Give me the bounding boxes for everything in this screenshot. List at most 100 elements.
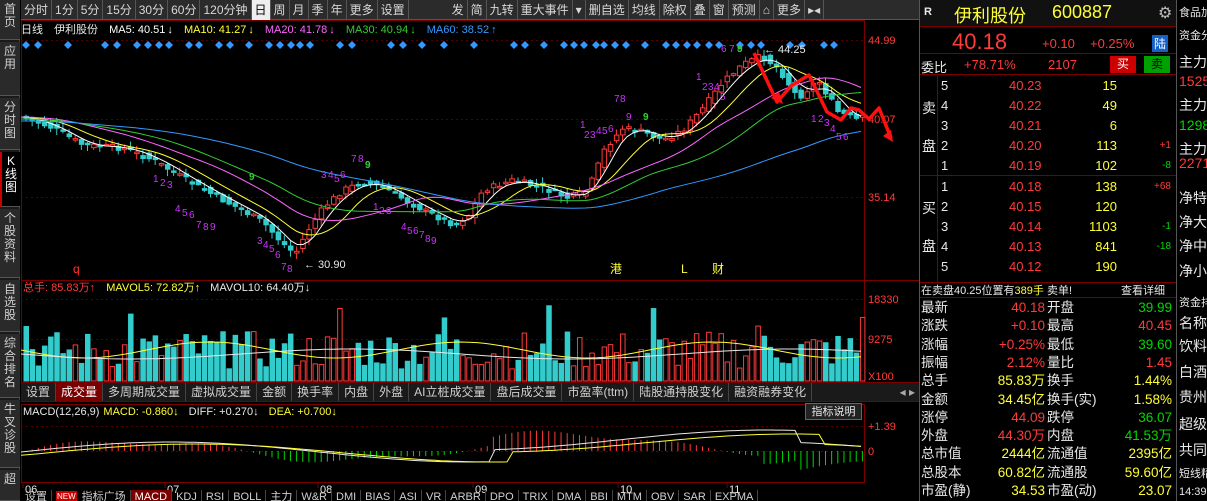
indicator-tab-1[interactable]: 成交量 xyxy=(56,383,104,401)
nav-item-8[interactable]: 超 xyxy=(0,470,20,501)
tab-scroll-arrows[interactable]: ◂ ▸ xyxy=(896,383,919,401)
side-panel-item[interactable]: 食品加 xyxy=(1179,4,1207,20)
indicator-tab-7[interactable]: 外盘 xyxy=(374,383,410,401)
indicator-tab-9[interactable]: 盘后成交量 xyxy=(491,383,563,401)
event-marker[interactable]: 港 xyxy=(610,262,622,276)
bottom-tab-10[interactable]: ASI xyxy=(395,490,422,501)
period-tab-7[interactable]: 日 xyxy=(251,0,271,20)
bottom-tab-20[interactable]: EXPMA xyxy=(711,490,759,501)
bottom-tab-15[interactable]: DMA xyxy=(553,490,587,501)
side-panel-item[interactable]: 主力 xyxy=(1179,95,1207,115)
period-tab-4[interactable]: 30分 xyxy=(136,0,169,20)
side-panel-item[interactable]: 1525 xyxy=(1179,73,1207,89)
indicator-tab-2[interactable]: 多周期成交量 xyxy=(103,383,187,401)
period-tab-11[interactable]: 年 xyxy=(328,0,347,20)
gear-icon[interactable]: ⚙ xyxy=(1158,3,1172,23)
tool-button-1[interactable]: 简 xyxy=(468,0,487,20)
indicator-tab-3[interactable]: 虚拟成交量 xyxy=(186,383,258,401)
bottom-tab-17[interactable]: MTM xyxy=(613,490,647,501)
bid-row[interactable]: 4 40.13 841 -18 xyxy=(920,237,1177,256)
bottom-tab-11[interactable]: VR xyxy=(422,490,447,501)
bottom-tab-14[interactable]: TRIX xyxy=(519,490,553,501)
side-panel-item[interactable]: 14:39 xyxy=(1179,486,1207,498)
nav-item-6[interactable]: 综合排名 xyxy=(0,334,20,398)
tool-button-9[interactable]: 窗 xyxy=(710,0,729,20)
bottom-tab-5[interactable]: BOLL xyxy=(229,490,267,501)
side-panel-item[interactable]: 贵州 xyxy=(1179,387,1207,407)
indicator-tab-5[interactable]: 换手率 xyxy=(292,383,340,401)
period-tab-13[interactable]: 设置 xyxy=(378,0,409,20)
tool-button-7[interactable]: 除权 xyxy=(660,0,691,20)
period-tab-9[interactable]: 月 xyxy=(290,0,309,20)
indicator-tab-11[interactable]: 陆股通持股变化 xyxy=(634,383,730,401)
ask-row[interactable]: 4 40.22 49 xyxy=(920,96,1177,115)
side-panel-item[interactable]: 名称 xyxy=(1179,313,1207,333)
bottom-tab-1[interactable]: 指标广场 xyxy=(78,490,131,501)
period-tab-3[interactable]: 15分 xyxy=(103,0,136,20)
indicator-tab-8[interactable]: AI立桩成交量 xyxy=(409,383,492,401)
bid-row[interactable]: 1 40.18 138 +68 xyxy=(920,177,1177,196)
period-tab-1[interactable]: 1分 xyxy=(52,0,78,20)
ask-row[interactable]: 5 40.23 15 xyxy=(920,76,1177,95)
event-marker[interactable]: L xyxy=(681,262,688,276)
side-panel-item[interactable]: 资金分 xyxy=(1179,27,1207,43)
bottom-tab-6[interactable]: 主力 xyxy=(266,490,298,501)
side-panel-item[interactable]: 超级 xyxy=(1179,414,1207,434)
side-panel-item[interactable]: 净中 xyxy=(1179,236,1207,256)
side-panel-item[interactable]: 2271 xyxy=(1179,155,1207,171)
bottom-tab-3[interactable]: KDJ xyxy=(172,490,202,501)
bid-row[interactable]: 2 40.15 120 xyxy=(920,197,1177,216)
buy-button[interactable]: 买 xyxy=(1110,56,1136,73)
tool-button-5[interactable]: 删自选 xyxy=(586,0,629,20)
indicator-info-button[interactable]: 指标说明 xyxy=(805,403,862,420)
bottom-tab-8[interactable]: DMI xyxy=(332,490,362,501)
side-panel-item[interactable]: 共同 xyxy=(1179,440,1207,460)
event-marker[interactable]: 财 xyxy=(712,262,724,276)
indicator-tab-12[interactable]: 融资融券变化 xyxy=(729,383,813,401)
bottom-tab-16[interactable]: BBI xyxy=(586,490,613,501)
period-tab-0[interactable]: 分时 xyxy=(21,0,53,20)
indicator-tab-0[interactable]: 设置 xyxy=(21,383,57,401)
bottom-tab-2[interactable]: MACD xyxy=(130,490,173,501)
period-tab-10[interactable]: 季 xyxy=(309,0,328,20)
bottom-tab-0[interactable]: 设置 xyxy=(21,490,52,501)
nav-item-4[interactable]: 个股资料 xyxy=(0,209,20,278)
tool-button-10[interactable]: 预测 xyxy=(729,0,760,20)
tool-button-3[interactable]: 重大事件 xyxy=(518,0,573,20)
view-detail-link[interactable]: 查看详细 xyxy=(1121,283,1165,299)
bottom-tab-13[interactable]: DPO xyxy=(486,490,519,501)
period-tab-8[interactable]: 周 xyxy=(271,0,290,20)
ask-row[interactable]: 3 40.21 6 xyxy=(920,116,1177,135)
nav-item-1[interactable]: 应用 xyxy=(0,42,20,96)
nav-item-3[interactable]: K线图 xyxy=(0,152,20,207)
side-panel-item[interactable]: 1298 xyxy=(1179,117,1207,133)
bid-row[interactable]: 5 40.12 190 xyxy=(920,257,1177,276)
side-panel-item[interactable]: 净小 xyxy=(1179,261,1207,281)
period-tab-2[interactable]: 5分 xyxy=(78,0,104,20)
tool-button-13[interactable]: ▸◂ xyxy=(805,0,825,20)
nav-item-2[interactable]: 分时图 xyxy=(0,98,20,150)
chart-canvas[interactable]: 44.9940.0735.141 2 34 5 67 8 93 4 567 83 4 5 67 891 2 3… xyxy=(21,20,919,501)
chart-area[interactable]: 日线 伊利股份 MA5: 40.51 ↓ MA10: 41.27 ↓ MA20: 4… xyxy=(21,20,919,501)
nav-item-0[interactable]: 首页 xyxy=(0,0,20,40)
side-panel-item[interactable]: 净大 xyxy=(1179,212,1207,232)
tool-button-11[interactable]: ⌂ xyxy=(760,0,775,20)
nav-item-7[interactable]: 牛叉诊股 xyxy=(0,400,20,468)
tool-button-8[interactable]: 叠 xyxy=(691,0,710,20)
side-panel-item[interactable]: 资金排 xyxy=(1179,294,1207,310)
tool-button-12[interactable]: 更多 xyxy=(774,0,806,20)
side-panel-item[interactable]: 白酒 xyxy=(1179,362,1207,382)
ask-row[interactable]: 1 40.19 102 -8 xyxy=(920,156,1177,175)
side-panel-item[interactable]: 短线精 xyxy=(1179,465,1207,481)
bottom-tab-18[interactable]: OBV xyxy=(647,490,680,501)
period-tab-12[interactable]: 更多 xyxy=(347,0,378,20)
event-marker[interactable]: q xyxy=(73,262,80,276)
tool-button-4[interactable]: ▾ xyxy=(573,0,586,20)
tool-button-2[interactable]: 九转 xyxy=(487,0,518,20)
nav-item-5[interactable]: 自选股 xyxy=(0,280,20,332)
sell-button[interactable]: 卖 xyxy=(1144,56,1170,73)
bottom-tab-7[interactable]: W&R xyxy=(297,490,332,501)
bottom-tab-12[interactable]: ARBR xyxy=(446,490,486,501)
side-panel-item[interactable]: 主力 xyxy=(1179,52,1207,72)
bottom-tab-19[interactable]: SAR xyxy=(679,490,711,501)
